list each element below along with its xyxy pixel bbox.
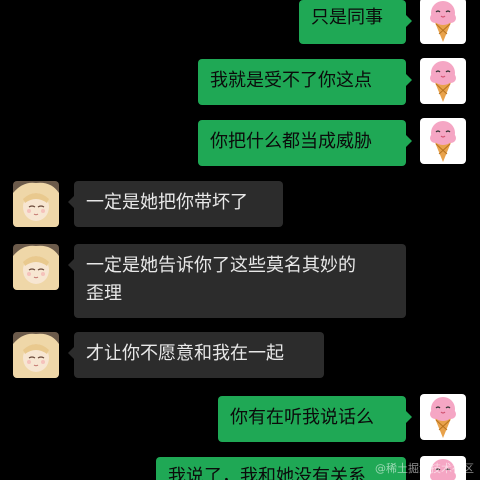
- ice-cream-avatar-icon[interactable]: [420, 394, 466, 440]
- message-bubble-mine[interactable]: 我就是受不了你这点: [198, 59, 412, 105]
- message-bubble-mine[interactable]: 你把什么都当成威胁: [198, 120, 412, 166]
- message-text-line: 歪理: [86, 283, 122, 304]
- anime-girl-avatar-icon[interactable]: [13, 181, 59, 227]
- message-bubble-mine[interactable]: 只是同事: [299, 0, 412, 44]
- message-bubble-mine[interactable]: 我说了，我和她没有关系: [156, 457, 406, 480]
- watermark: @稀土掘金技术社区: [375, 462, 474, 475]
- chat-message-list[interactable]: 只是同事 我就是受不了你这点 你把什么都当成威胁 一定是她把你带坏了 一定是她告…: [0, 0, 480, 480]
- message-text-line: 一定是她告诉你了这些莫名其妙的: [86, 255, 356, 276]
- ice-cream-avatar-icon[interactable]: [420, 118, 466, 164]
- message-text: 一定是她把你带坏了: [86, 192, 248, 213]
- anime-girl-avatar-icon[interactable]: [13, 244, 59, 290]
- message-text: 你把什么都当成威胁: [210, 131, 372, 152]
- message-bubble-theirs[interactable]: 才让你不愿意和我在一起: [68, 332, 324, 378]
- message-bubble-theirs[interactable]: 一定是她把你带坏了: [68, 181, 283, 227]
- message-text: 你有在听我说话么: [230, 407, 374, 428]
- message-bubble-mine[interactable]: 你有在听我说话么: [218, 396, 412, 442]
- message-text: 我就是受不了你这点: [210, 70, 372, 91]
- message-text: 只是同事: [311, 7, 383, 28]
- message-text: 我说了，我和她没有关系: [168, 466, 366, 480]
- message-text: 才让你不愿意和我在一起: [86, 343, 284, 364]
- ice-cream-avatar-icon[interactable]: [420, 58, 466, 104]
- ice-cream-avatar-icon[interactable]: [420, 0, 466, 44]
- message-bubble-theirs[interactable]: 一定是她告诉你了这些莫名其妙的 歪理: [68, 244, 406, 318]
- anime-girl-avatar-icon[interactable]: [13, 332, 59, 378]
